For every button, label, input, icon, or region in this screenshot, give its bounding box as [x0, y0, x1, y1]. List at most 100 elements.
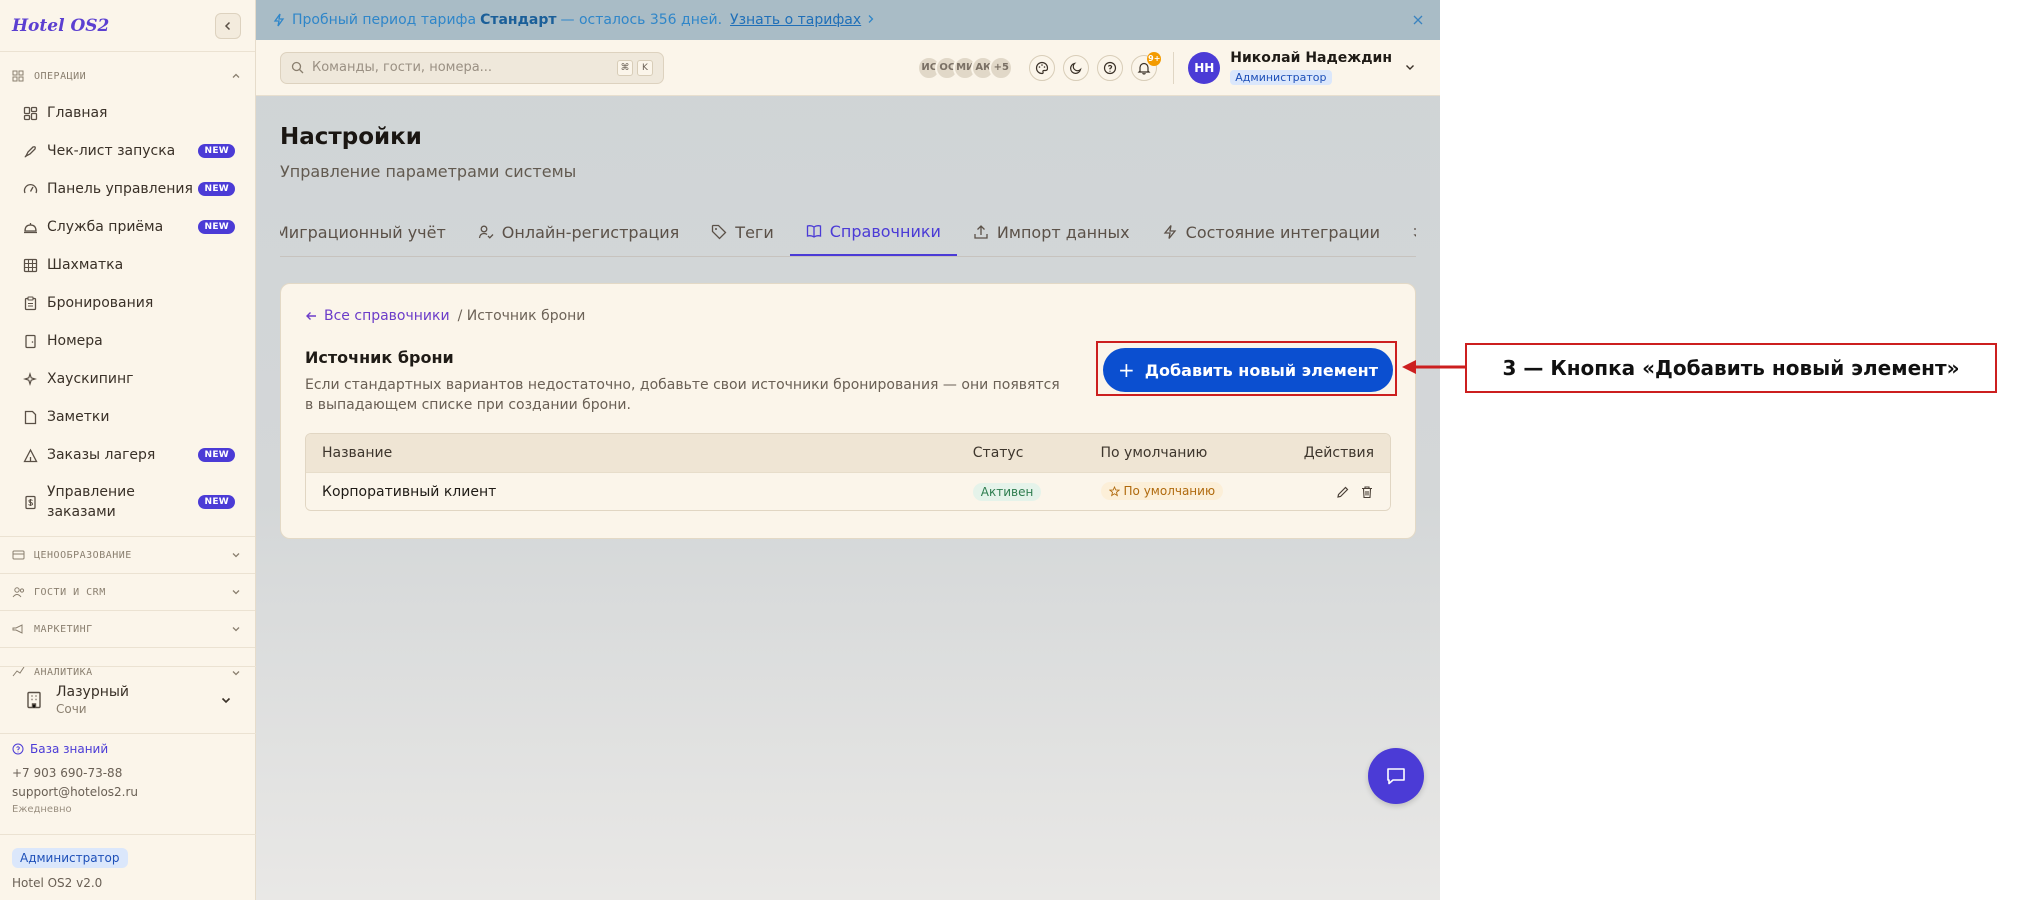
hotel-city: Сочи	[56, 702, 87, 716]
dark-mode-button[interactable]	[1063, 54, 1090, 81]
default-badge: По умолчанию	[1100, 482, 1224, 501]
sidebar-item-dashboard[interactable]: Панель управления NEW	[0, 170, 255, 208]
table-row[interactable]: Корпоративный клиент Активен По умолчани…	[306, 472, 1390, 510]
sidebar-item-home[interactable]: Главная	[0, 94, 255, 132]
pricing-link[interactable]: Узнать о тарифах	[730, 12, 861, 28]
column-header-status[interactable]: Статус	[973, 445, 1101, 461]
hotel-name: Лазурный	[56, 684, 130, 700]
support-email[interactable]: support@hotelos2.ru	[12, 785, 138, 799]
back-link-label: Все справочники	[324, 308, 450, 324]
chat-icon	[1387, 768, 1405, 785]
sidebar-nav: Главная Чек-лист запуска NEW Панель упра…	[0, 94, 255, 530]
close-banner-button[interactable]	[1412, 11, 1424, 30]
sidebar-item-room-grid[interactable]: Шахматка	[0, 246, 255, 284]
sidebar-item-label: Чек-лист запуска	[47, 143, 176, 159]
notification-count: 9+	[1147, 51, 1162, 66]
top-bar: Команды, гости, номера... ⌘ K ИС ОС МИ А…	[256, 40, 1440, 96]
delete-button[interactable]	[1360, 485, 1374, 499]
annotation-arrow-icon	[1402, 360, 1466, 374]
sidebar-item-camp-orders[interactable]: Заказы лагеря NEW	[0, 436, 255, 474]
note-icon	[22, 409, 38, 425]
chevron-down-icon	[232, 627, 240, 632]
building-icon	[27, 691, 41, 709]
sidebar-item-label: Главная	[47, 105, 108, 121]
breadcrumb: Все справочники / Источник брони	[305, 308, 1391, 324]
new-badge: NEW	[198, 448, 235, 462]
role-badge: Администратор	[12, 848, 128, 868]
sidebar-item-notes[interactable]: Заметки	[0, 398, 255, 436]
sidebar-item-label: Шахматка	[47, 257, 124, 273]
sidebar-item-bookings[interactable]: Бронирования	[0, 284, 255, 322]
notifications-button[interactable]: 9+	[1131, 51, 1162, 81]
table-icon	[22, 257, 38, 273]
section-guests-crm[interactable]: ГОСТИ И CRM	[0, 574, 255, 610]
highlight-box	[1096, 341, 1397, 396]
sidebar-collapse-button[interactable]	[215, 12, 241, 39]
tab-label: Миграционный учёт	[280, 222, 446, 242]
sidebar-item-rooms[interactable]: Номера	[0, 322, 255, 360]
avatar[interactable]: НН	[1188, 51, 1221, 84]
hotel-switcher[interactable]: Лазурный Сочи	[0, 666, 256, 734]
shortcut-key: K	[637, 59, 653, 76]
column-header-name[interactable]: Название	[306, 445, 973, 461]
tag-icon	[711, 224, 727, 240]
help-circle-icon	[1104, 61, 1117, 74]
help-button[interactable]	[1097, 54, 1124, 81]
section-marketing[interactable]: МАРКЕТИНГ	[0, 611, 255, 647]
edit-button[interactable]	[1336, 485, 1350, 499]
bell-service-icon	[22, 219, 38, 235]
tab-label: Теги	[735, 222, 774, 242]
sidebar-item-launch-checklist[interactable]: Чек-лист запуска NEW	[0, 132, 255, 170]
section-label: МАРКЕТИНГ	[34, 623, 93, 635]
sidebar-item-order-management[interactable]: Управление заказами NEW	[0, 474, 255, 530]
app-logo[interactable]: Hotel OS2	[12, 16, 109, 36]
gauge-icon	[22, 181, 38, 197]
hotel-info: Лазурный Сочи	[56, 684, 220, 716]
tab-integration-status[interactable]: Состояние интеграции	[1146, 209, 1396, 256]
sidebar-item-label: Хаускипинг	[47, 371, 134, 387]
banner-prefix: Пробный период тарифа	[292, 12, 477, 28]
chevron-down-icon	[232, 553, 240, 558]
tab-data-import[interactable]: Импорт данных	[957, 209, 1146, 256]
command-search[interactable]: Команды, гости, номера... ⌘ K	[280, 51, 664, 84]
grid-icon	[12, 69, 26, 83]
arrow-left-icon	[305, 310, 318, 322]
section-operations[interactable]: ОПЕРАЦИИ	[0, 58, 255, 94]
sidebar-item-housekeeping[interactable]: Хаускипинг	[0, 360, 255, 398]
user-role-badge: Администратор	[1230, 70, 1332, 85]
section-pricing[interactable]: ЦЕНООБРАЗОВАНИЕ	[0, 537, 255, 573]
breadcrumb-current: / Источник брони	[457, 308, 586, 324]
user-menu-chevron[interactable]	[1404, 58, 1416, 77]
tab-reference-books[interactable]: Справочники	[789, 209, 957, 256]
cell-default: По умолчанию	[1100, 482, 1281, 501]
tab-migration[interactable]: Миграционный учёт	[280, 209, 462, 256]
upload-icon	[973, 224, 989, 240]
sidebar-item-label: Заказы лагеря	[47, 447, 156, 463]
sidebar-item-front-desk[interactable]: Служба приёма NEW	[0, 208, 255, 246]
settings-tabs: Миграционный учёт Онлайн-регистрация Тег…	[280, 209, 1416, 257]
new-badge: NEW	[198, 495, 235, 509]
sidebar-item-label: Панель управления	[47, 181, 193, 197]
tab-more[interactable]: Со	[1396, 209, 1416, 256]
help-circle-icon	[12, 743, 24, 755]
column-header-default[interactable]: По умолчанию	[1101, 445, 1281, 461]
chevron-right-icon	[867, 12, 875, 28]
sidebar-item-label: Служба приёма	[47, 219, 164, 235]
tent-icon	[22, 447, 38, 463]
back-to-reference-books-link[interactable]: Все справочники	[305, 308, 450, 324]
sidebar-item-label: Управление заказами	[47, 484, 135, 520]
new-badge: NEW	[198, 182, 235, 196]
chat-support-button[interactable]	[1368, 748, 1424, 804]
tab-tags[interactable]: Теги	[695, 209, 789, 256]
user-info[interactable]: Николай Надеждин Администратор	[1230, 50, 1392, 85]
tab-online-registration[interactable]: Онлайн-регистрация	[462, 209, 696, 256]
knowledge-base-link[interactable]: База знаний	[12, 742, 138, 756]
presence-avatars[interactable]: ИС ОС МИ АК +5	[917, 55, 1014, 80]
theme-palette-button[interactable]	[1029, 54, 1056, 81]
bolt-icon	[1162, 224, 1178, 240]
user-check-icon	[478, 224, 494, 240]
support-phone[interactable]: +7 903 690-73-88	[12, 766, 138, 780]
main-area: Пробный период тарифа Стандарт — осталос…	[256, 0, 1440, 900]
page-title: Настройки	[280, 124, 422, 150]
trash-icon	[1362, 485, 1372, 498]
